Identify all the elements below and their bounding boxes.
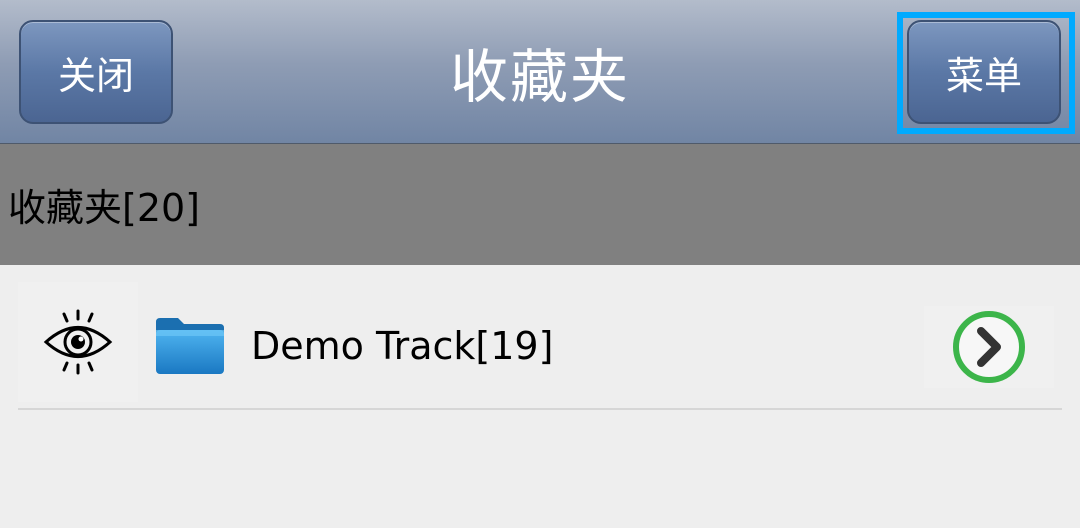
- visibility-toggle[interactable]: [18, 282, 138, 402]
- eye-icon: [43, 309, 113, 375]
- menu-button[interactable]: 菜单: [907, 20, 1061, 124]
- chevron-right-circle-icon: [953, 311, 1025, 383]
- close-button[interactable]: 关闭: [19, 20, 173, 124]
- title-bar: 关闭 收藏夹 菜单: [0, 0, 1080, 144]
- group-header-label: 收藏夹[20]: [8, 186, 201, 230]
- list-item-label: Demo Track[19]: [251, 324, 554, 368]
- page-title: 收藏夹: [449, 43, 630, 111]
- group-header: 收藏夹[20]: [0, 144, 1080, 265]
- open-item-button[interactable]: [924, 306, 1054, 388]
- folder-icon: [156, 318, 224, 374]
- list-item[interactable]: Demo Track[19]: [18, 282, 1062, 410]
